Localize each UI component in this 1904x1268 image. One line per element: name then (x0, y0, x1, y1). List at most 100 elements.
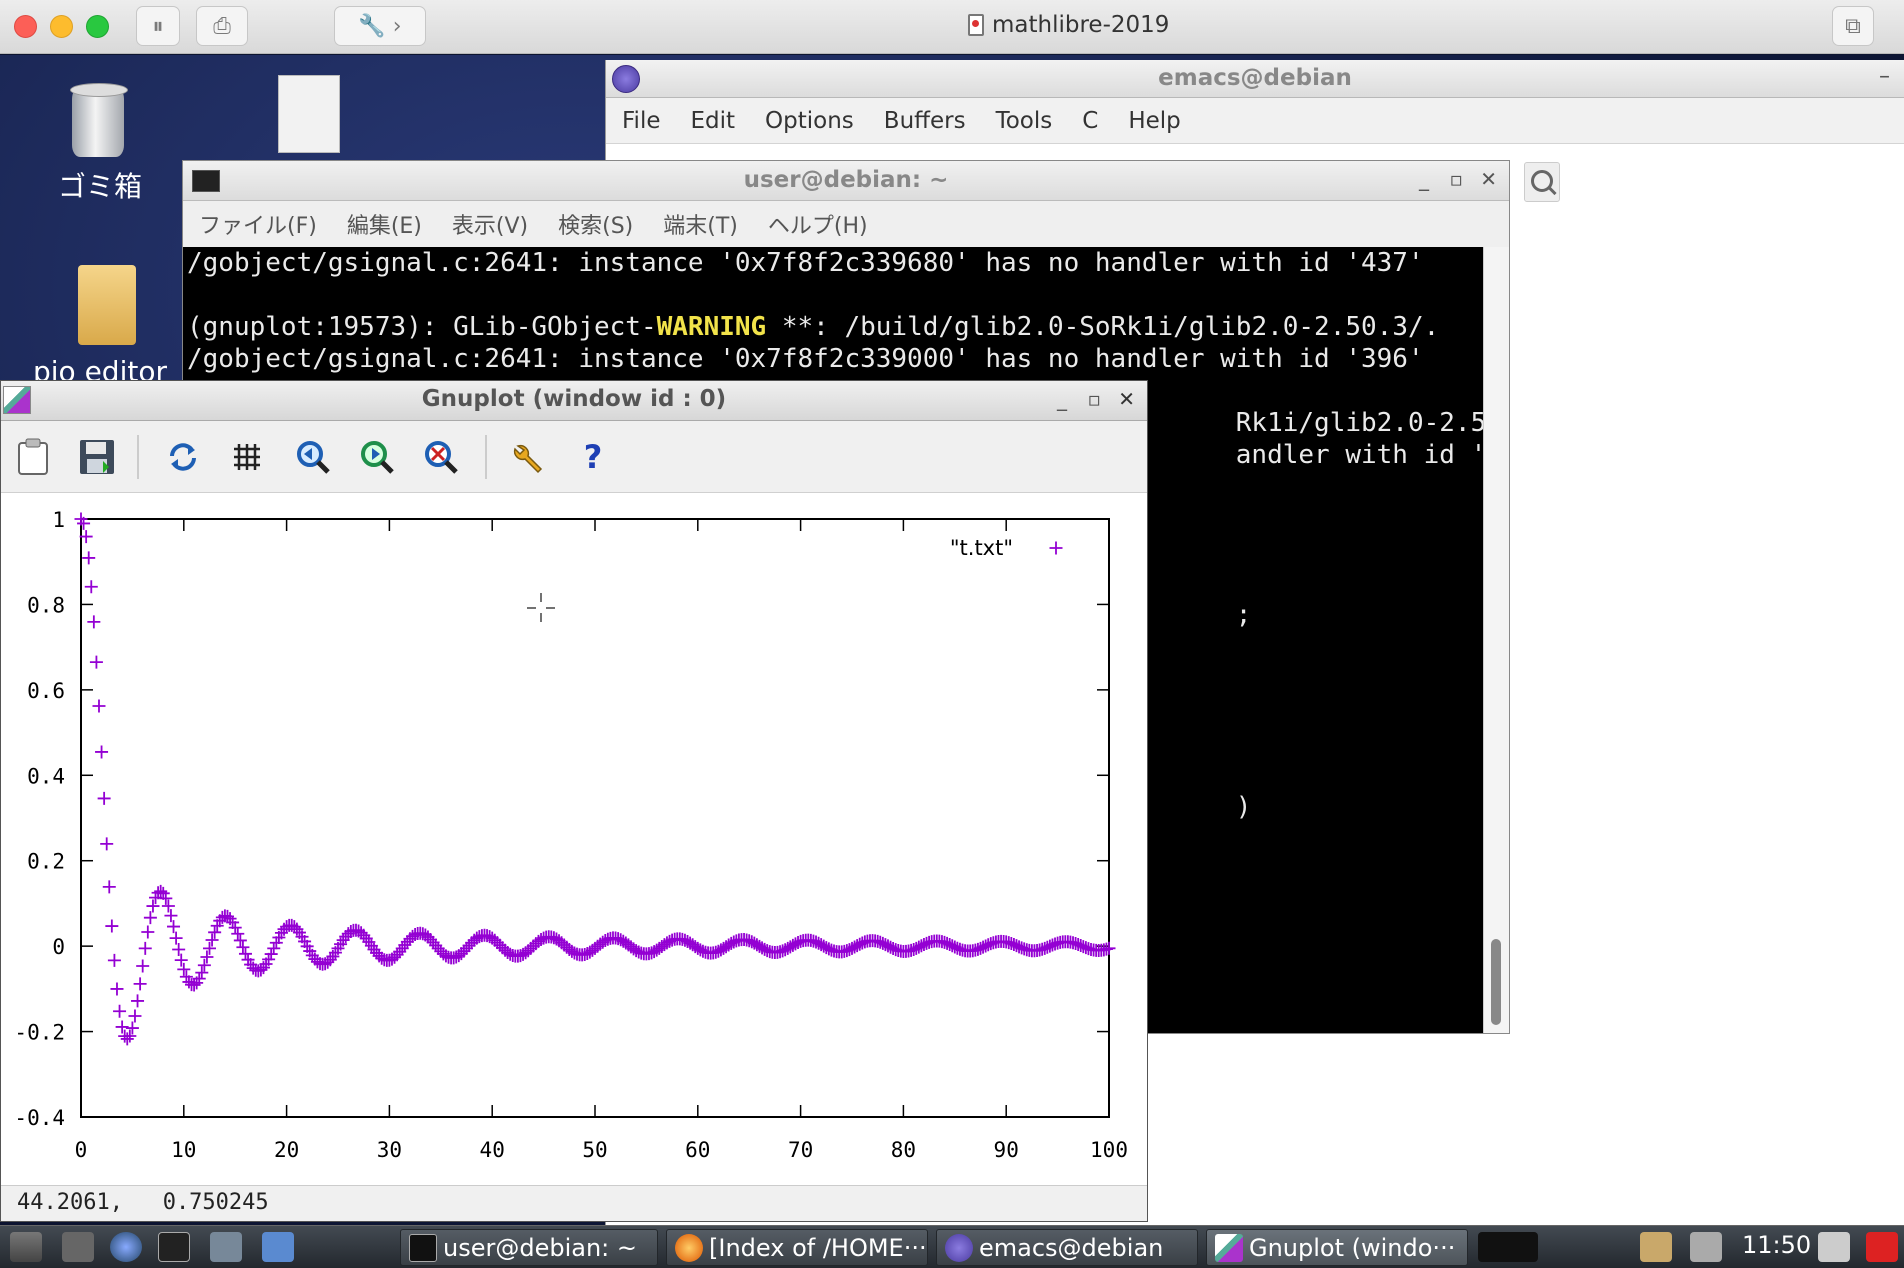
replot-icon[interactable] (163, 437, 203, 477)
menu-file[interactable]: ファイル(F) (199, 208, 317, 240)
maximize-button[interactable]: ▫ (1449, 167, 1463, 191)
terminal-menubar: ファイル(F) 編集(E) 表示(V) 検索(S) 端末(T) ヘルプ(H) (183, 201, 1509, 247)
emacs-title: emacs@debian (1158, 65, 1352, 91)
browser-launcher-icon[interactable] (110, 1232, 142, 1262)
power-icon[interactable] (1866, 1232, 1898, 1262)
help-icon[interactable]: ? (573, 437, 613, 477)
task-browser[interactable]: [Index of /HOME··· (666, 1229, 928, 1266)
data-point (161, 899, 175, 913)
minimize-button[interactable]: – (1879, 64, 1890, 89)
menu-terminal[interactable]: 端末(T) (663, 208, 738, 240)
terminal-title: user@debian: ~ (743, 167, 949, 193)
snapshot-button[interactable]: ⎙ (196, 6, 248, 46)
data-point (131, 994, 145, 1008)
menu-edit[interactable]: Edit (691, 108, 736, 134)
network-icon[interactable] (1690, 1232, 1722, 1262)
keyboard-icon[interactable] (1818, 1232, 1850, 1262)
terminal-icon (409, 1233, 437, 1262)
emacs-titlebar[interactable]: emacs@debian – (606, 60, 1904, 98)
data-point (197, 958, 211, 972)
cpu-monitor (1478, 1232, 1538, 1262)
terminal-titlebar[interactable]: user@debian: ~ _ ▫ ✕ (183, 161, 1509, 201)
menu-help[interactable]: ヘルプ(H) (768, 208, 868, 240)
task-gnuplot[interactable]: Gnuplot (windo··· (1206, 1229, 1468, 1266)
scrollbar-thumb[interactable] (1491, 939, 1501, 1025)
zoom-next-icon[interactable] (357, 437, 397, 477)
data-point (105, 919, 119, 933)
menu-search[interactable]: 検索(S) (558, 208, 633, 240)
x-tick-label: 60 (685, 1138, 710, 1162)
menu-view[interactable]: 表示(V) (452, 208, 528, 240)
data-point (169, 931, 183, 945)
data-point (89, 655, 103, 669)
firefox-icon (675, 1233, 703, 1262)
terminal-launcher-icon[interactable] (158, 1232, 190, 1262)
y-tick-label: 0.6 (27, 679, 65, 703)
zoom-button[interactable] (86, 15, 109, 38)
file-manager-launcher-icon[interactable] (62, 1232, 94, 1262)
data-point (136, 959, 150, 973)
menu-file[interactable]: File (622, 108, 661, 134)
menu-edit[interactable]: 編集(E) (347, 208, 422, 240)
menu-tools[interactable]: Tools (996, 108, 1053, 134)
data-point (138, 941, 152, 955)
document-desktop-icon[interactable] (278, 75, 340, 153)
close-button[interactable]: ✕ (1118, 387, 1135, 411)
data-point (113, 1004, 127, 1018)
gnuplot-window[interactable]: Gnuplot (window id : 0) _ ▫ ✕ ? 0 10 20 … (0, 380, 1148, 1222)
windows-launcher-icon[interactable] (210, 1232, 242, 1262)
minimize-button[interactable]: _ (1419, 167, 1429, 191)
menu-help[interactable]: Help (1128, 108, 1180, 134)
wrench-icon: 🔧 (358, 13, 386, 39)
x-tick-label: 0 (75, 1138, 88, 1162)
task-label: emacs@debian (979, 1233, 1164, 1262)
minimize-button[interactable] (50, 15, 73, 38)
grid-icon[interactable] (227, 437, 267, 477)
plot-svg[interactable]: 0 10 20 30 40 50 60 70 80 90 100 -0.4 -0.2 0 0.2 0.4 0.6… (1, 494, 1147, 1186)
clipboard-icon[interactable] (1640, 1232, 1672, 1262)
clock[interactable]: 11:50 (1742, 1231, 1811, 1259)
terminal-line: /gobject/gsignal.c:2641: instance '0x7f8… (187, 248, 1424, 278)
menu-launcher-icon[interactable] (10, 1232, 42, 1262)
close-button[interactable] (14, 15, 37, 38)
y-tick-label: -0.4 (14, 1106, 65, 1130)
x-tick-label: 30 (377, 1138, 402, 1162)
unzoom-icon[interactable] (421, 437, 461, 477)
menu-buffers[interactable]: Buffers (884, 108, 966, 134)
search-icon[interactable] (1524, 162, 1560, 202)
crosshair-cursor (527, 593, 555, 622)
plot-border (80, 518, 1110, 1118)
plot-area[interactable]: 0 10 20 30 40 50 60 70 80 90 100 -0.4 -0.2 0 0.2 0.4 0.6… (1, 494, 1147, 1186)
task-emacs[interactable]: emacs@debian (936, 1229, 1198, 1266)
data-point (95, 745, 109, 759)
data-point (177, 962, 191, 976)
data-point (236, 940, 250, 954)
data-point (110, 982, 124, 996)
task-label: user@debian: ~ (443, 1233, 637, 1262)
pause-button[interactable]: ⏸ (136, 6, 180, 46)
zoom-previous-icon[interactable] (293, 437, 333, 477)
data-point (231, 927, 245, 941)
terminal-line: /gobject/gsignal.c:2641: instance '0x7f8… (187, 344, 1424, 374)
folder-icon (78, 265, 136, 345)
legend-label: "t.txt" (950, 536, 1013, 560)
trash-label: ゴミ箱 (57, 170, 142, 203)
preferences-wrench-icon[interactable] (507, 437, 547, 477)
maximize-button[interactable]: ▫ (1087, 387, 1101, 411)
menu-options[interactable]: Options (765, 108, 854, 134)
settings-button[interactable]: 🔧 › (334, 6, 426, 46)
close-button[interactable]: ✕ (1480, 167, 1497, 191)
copy-clipboard-icon[interactable] (13, 437, 53, 477)
menu-c[interactable]: C (1082, 108, 1098, 134)
task-terminal[interactable]: user@debian: ~ (400, 1229, 658, 1266)
data-point (84, 580, 98, 594)
task-label: [Index of /HOME··· (709, 1233, 927, 1262)
save-icon[interactable] (77, 437, 117, 477)
fullscreen-button[interactable]: ⧉ (1832, 6, 1874, 46)
terminal-scrollbar[interactable] (1483, 247, 1509, 1033)
x-tick-label: 100 (1090, 1138, 1128, 1162)
desktop-switch-icon[interactable] (262, 1232, 294, 1262)
gnuplot-titlebar[interactable]: Gnuplot (window id : 0) _ ▫ ✕ (1, 381, 1147, 421)
y-tick-label: 0 (52, 935, 65, 959)
minimize-button[interactable]: _ (1057, 387, 1067, 411)
